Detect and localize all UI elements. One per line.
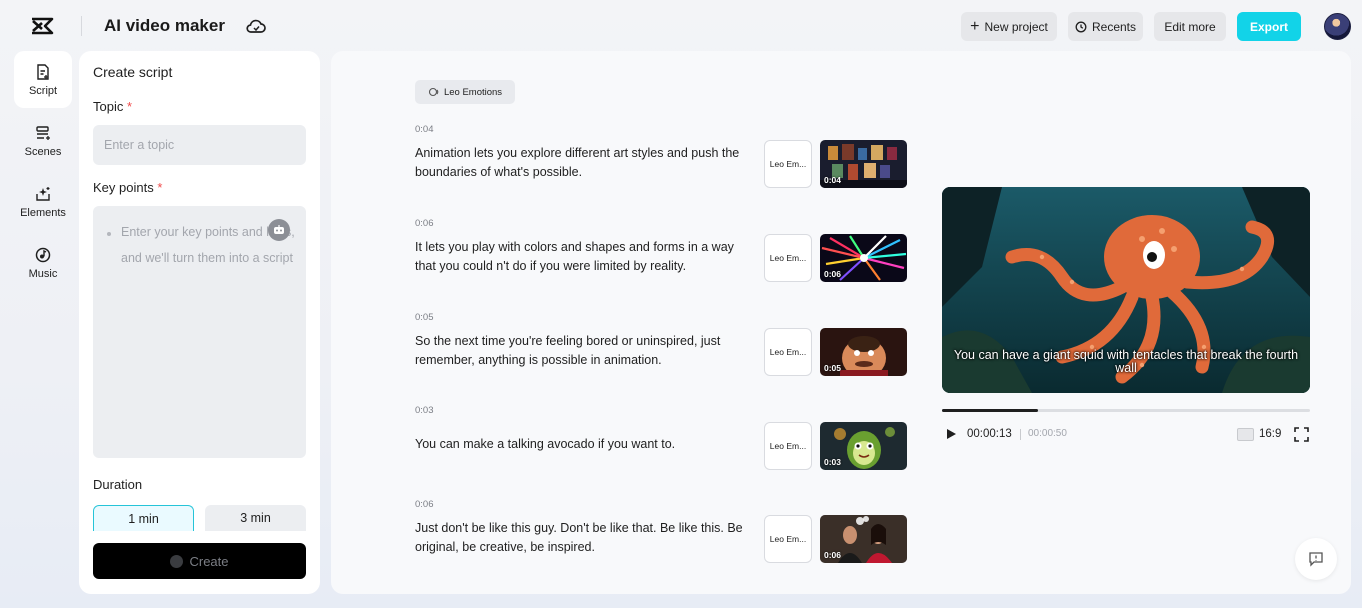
- key-points-label-text: Key points: [93, 180, 154, 195]
- video-caption: You can have a giant squid with tentacle…: [953, 348, 1299, 375]
- scene-text[interactable]: It lets you play with colors and shapes …: [415, 238, 755, 276]
- key-points-field[interactable]: Enter your key points and links, and we'…: [93, 206, 306, 458]
- rail-label-music: Music: [28, 267, 58, 280]
- rail-item-scenes[interactable]: Scenes: [14, 112, 72, 169]
- voice-selector-chip[interactable]: Leo Emotions: [415, 80, 515, 104]
- script-icon: [37, 63, 49, 80]
- export-label: Export: [1249, 19, 1288, 34]
- scene-time: 0:06: [415, 499, 434, 510]
- bullet-dot: [107, 232, 111, 236]
- scene-voice-button[interactable]: Leo Em...: [764, 140, 812, 188]
- header-divider: [81, 16, 82, 36]
- progress-fill: [942, 409, 1038, 412]
- media-duration: 0:05: [824, 363, 842, 373]
- duration-label: Duration: [93, 477, 143, 492]
- scenes-icon: [36, 125, 50, 140]
- scene-row[interactable]: 0:05 So the next time you're feeling bor…: [415, 312, 915, 382]
- scene-text[interactable]: You can make a talking avocado if you wa…: [415, 435, 755, 454]
- scene-voice-button[interactable]: Leo Em...: [764, 422, 812, 470]
- time-divider: [1020, 429, 1021, 440]
- feedback-icon: [1309, 552, 1323, 567]
- media-duration: 0:03: [824, 457, 842, 467]
- scene-time: 0:06: [415, 218, 434, 229]
- rail-label-script: Script: [28, 84, 58, 97]
- required-mark: *: [126, 99, 133, 114]
- scene-text[interactable]: So the next time you're feeling bored or…: [415, 332, 755, 370]
- rail-item-script[interactable]: Script: [14, 51, 72, 108]
- scene-text[interactable]: Just don't be like this guy. Don't be li…: [415, 519, 755, 557]
- current-time: 00:00:13: [967, 428, 1012, 440]
- feedback-button[interactable]: [1295, 538, 1337, 580]
- scene-media-thumbnail[interactable]: 0:05: [820, 328, 907, 376]
- scene-time: 0:03: [415, 405, 434, 416]
- panel-title: Create script: [93, 64, 173, 80]
- rail-item-elements[interactable]: Elements: [14, 173, 72, 230]
- scenes-main-panel: Leo Emotions 0:04 Animation lets you exp…: [331, 51, 1351, 594]
- total-time: 00:00:50: [1028, 428, 1067, 439]
- scene-time: 0:04: [415, 124, 434, 135]
- key-points-label: Key points *: [93, 180, 162, 195]
- loading-spinner-icon: [170, 554, 184, 568]
- scene-voice-button[interactable]: Leo Em...: [764, 515, 812, 563]
- rail-item-music[interactable]: Music: [14, 234, 72, 291]
- media-duration: 0:04: [824, 175, 842, 185]
- export-button[interactable]: Export: [1237, 12, 1301, 41]
- top-bar: AI video maker + New project Recents Edi…: [0, 0, 1362, 52]
- cloud-sync-icon[interactable]: [246, 17, 266, 35]
- voice-chip-label: Leo Emotions: [443, 86, 503, 98]
- new-project-button[interactable]: + New project: [961, 12, 1057, 41]
- scene-media-thumbnail[interactable]: 0:03: [820, 422, 907, 470]
- scene-row[interactable]: 0:03 You can make a talking avocado if y…: [415, 405, 915, 475]
- fullscreen-icon[interactable]: [1294, 427, 1309, 442]
- scene-row[interactable]: 0:04 Animation lets you explore differen…: [415, 124, 915, 194]
- recents-button[interactable]: Recents: [1068, 12, 1143, 41]
- rail-label-elements: Elements: [20, 206, 66, 219]
- scene-row[interactable]: 0:06 Just don't be like this guy. Don't …: [415, 499, 915, 569]
- topic-input[interactable]: [93, 125, 306, 165]
- aspect-ratio-icon[interactable]: [1237, 428, 1254, 441]
- scene-voice-button[interactable]: Leo Em...: [764, 234, 812, 282]
- plus-icon: +: [970, 17, 980, 35]
- required-mark: *: [157, 180, 163, 195]
- scene-row[interactable]: 0:06 It lets you play with colors and sh…: [415, 218, 915, 288]
- new-project-label: New project: [984, 19, 1048, 34]
- create-script-panel: Create script Topic * Key points * Enter…: [79, 51, 320, 594]
- scene-media-thumbnail[interactable]: 0:06: [820, 515, 907, 563]
- voice-icon: [428, 87, 439, 97]
- scene-time: 0:05: [415, 312, 434, 323]
- duration-1min-button[interactable]: 1 min: [93, 505, 194, 531]
- app-title: AI video maker: [104, 16, 225, 35]
- topic-label-text: Topic: [93, 99, 124, 114]
- play-icon[interactable]: [944, 427, 958, 441]
- create-button[interactable]: Create: [93, 543, 306, 579]
- media-duration: 0:06: [824, 269, 842, 279]
- duration-3min-button[interactable]: 3 min: [205, 505, 306, 531]
- music-icon: [35, 247, 51, 262]
- capcut-logo-icon[interactable]: [30, 15, 54, 37]
- rail-label-scenes: Scenes: [24, 145, 62, 158]
- elements-icon: [36, 186, 50, 201]
- ai-assistant-icon[interactable]: [268, 219, 290, 241]
- clock-history-icon: [1075, 21, 1087, 32]
- recents-label: Recents: [1091, 19, 1137, 34]
- aspect-ratio-label[interactable]: 16:9: [1259, 428, 1281, 440]
- avatar[interactable]: [1324, 13, 1351, 40]
- topic-label: Topic *: [93, 99, 132, 114]
- media-duration: 0:06: [824, 550, 842, 560]
- scene-media-thumbnail[interactable]: 0:06: [820, 234, 907, 282]
- scene-voice-button[interactable]: Leo Em...: [764, 328, 812, 376]
- playback-progress-bar[interactable]: [942, 409, 1310, 412]
- scene-text[interactable]: Animation lets you explore different art…: [415, 144, 755, 182]
- edit-more-button[interactable]: Edit more: [1154, 12, 1226, 41]
- edit-more-label: Edit more: [1164, 19, 1216, 34]
- video-preview[interactable]: You can have a giant squid with tentacle…: [942, 187, 1310, 393]
- scene-media-thumbnail[interactable]: 0:04: [820, 140, 907, 188]
- create-label: Create: [189, 553, 229, 569]
